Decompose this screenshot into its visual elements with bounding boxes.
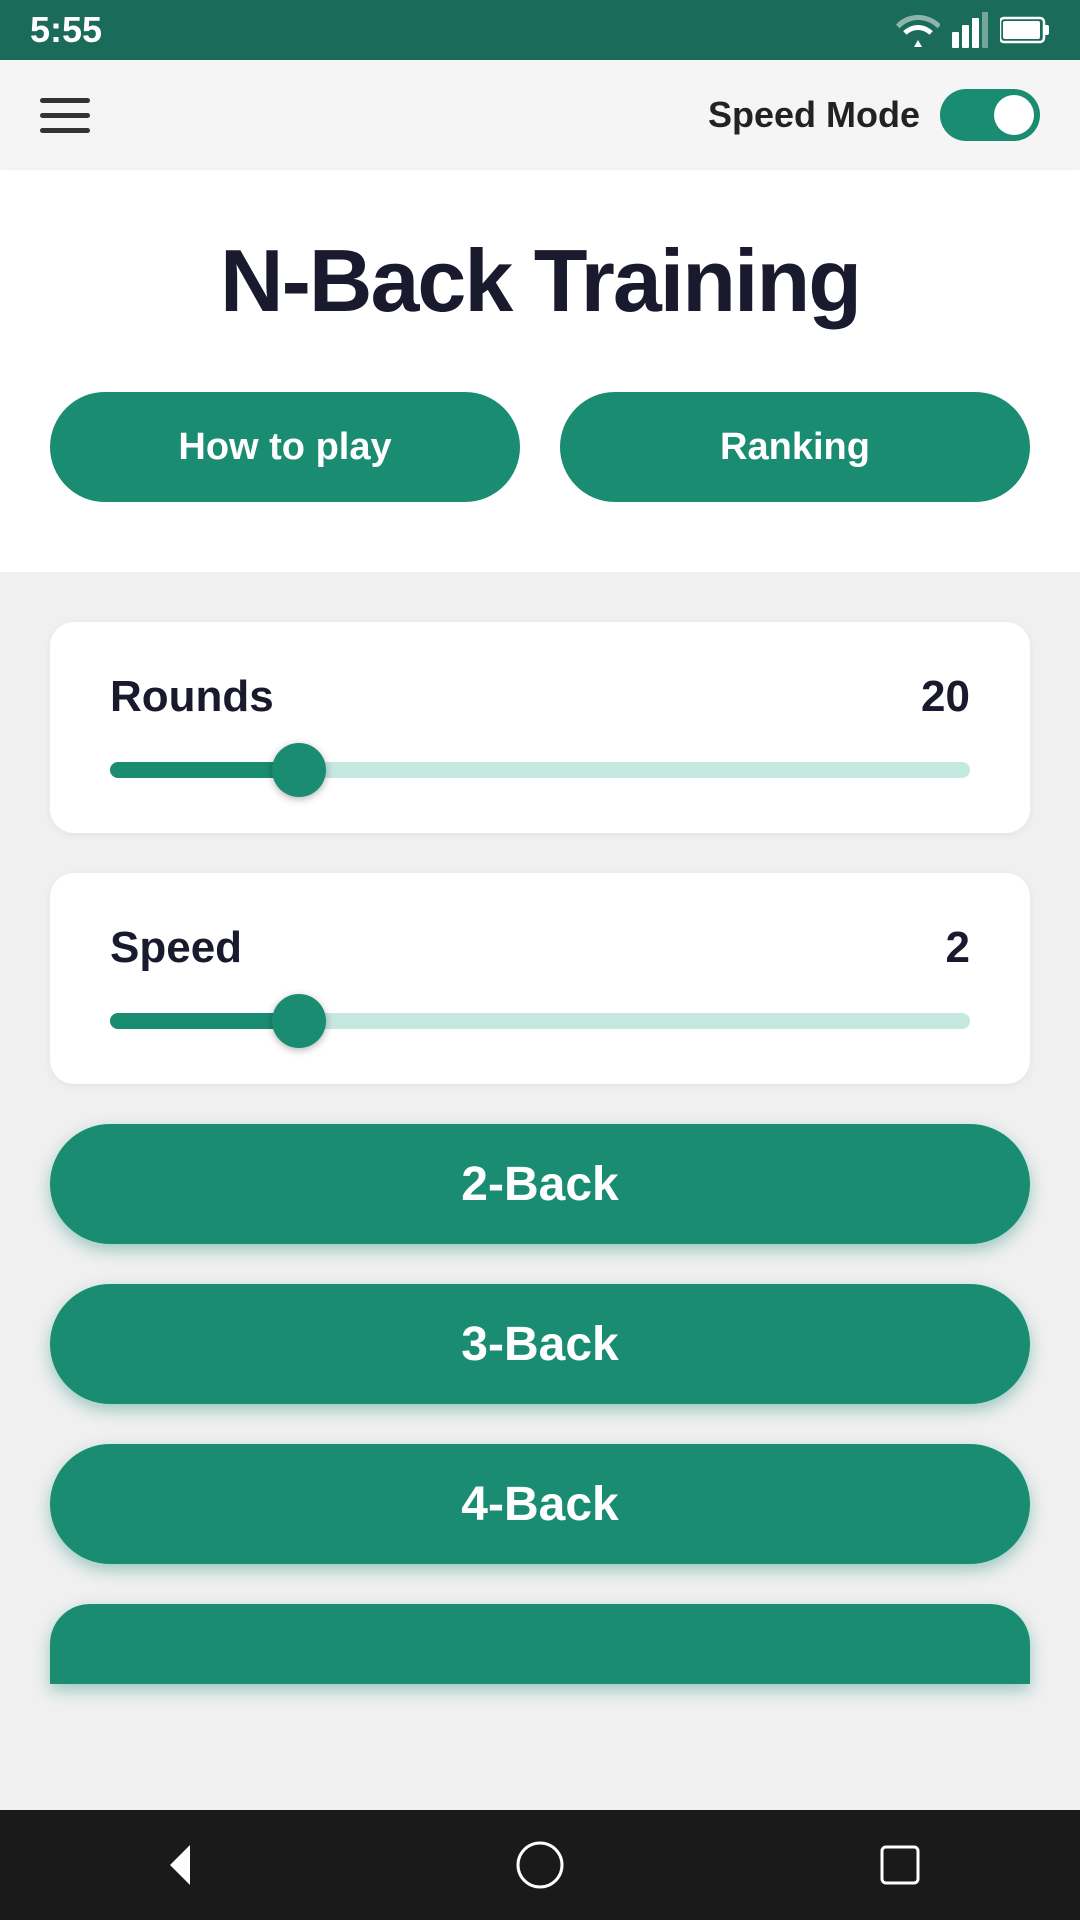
rounds-slider-track[interactable] [110,762,970,778]
speed-mode-container: Speed Mode [708,89,1040,141]
app-title: N-Back Training [50,230,1030,332]
top-bar: Speed Mode [0,60,1080,170]
nav-back-button[interactable] [140,1825,220,1905]
rounds-slider-header: Rounds 20 [110,672,970,722]
battery-icon [1000,16,1050,44]
hamburger-line-3 [40,128,90,133]
hamburger-menu-button[interactable] [40,98,90,133]
main-content: Rounds 20 Speed 2 2-Back 3-Back 4-Back [0,572,1080,1810]
signal-icon [952,12,988,48]
speed-slider-fill [110,1013,299,1029]
status-bar: 5:55 [0,0,1080,60]
home-icon [515,1840,565,1890]
back-icon [155,1840,205,1890]
speed-value: 2 [946,923,970,973]
hero-buttons: How to play Ranking [50,392,1030,502]
rounds-slider-fill [110,762,299,778]
four-back-button[interactable]: 4-Back [50,1444,1030,1564]
nav-home-button[interactable] [500,1825,580,1905]
wifi-icon [896,13,940,47]
hero-section: N-Back Training How to play Ranking [0,170,1080,572]
hamburger-line-2 [40,113,90,118]
speed-mode-toggle[interactable] [940,89,1040,141]
speed-mode-label: Speed Mode [708,94,920,136]
speed-label: Speed [110,923,242,973]
two-back-button[interactable]: 2-Back [50,1124,1030,1244]
how-to-play-button[interactable]: How to play [50,392,520,502]
recents-icon [878,1843,922,1887]
next-button-partial [50,1604,1030,1684]
speed-slider-header: Speed 2 [110,923,970,973]
status-icons [896,12,1050,48]
ranking-button[interactable]: Ranking [560,392,1030,502]
status-time: 5:55 [30,9,102,51]
rounds-value: 20 [921,672,970,722]
rounds-slider-thumb[interactable] [272,743,326,797]
rounds-slider-card: Rounds 20 [50,622,1030,833]
nav-recents-button[interactable] [860,1825,940,1905]
rounds-label: Rounds [110,672,274,722]
speed-slider-card: Speed 2 [50,873,1030,1084]
speed-slider-track[interactable] [110,1013,970,1029]
hamburger-line-1 [40,98,90,103]
speed-slider-thumb[interactable] [272,994,326,1048]
nav-bar [0,1810,1080,1920]
three-back-button[interactable]: 3-Back [50,1284,1030,1404]
